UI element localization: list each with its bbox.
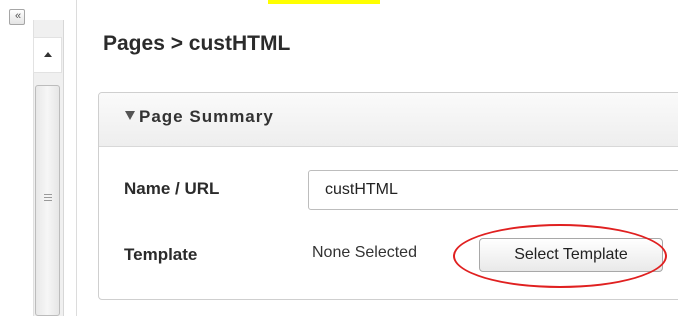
scroll-up-button[interactable] (33, 37, 62, 73)
page-root: « Pages > custHTML Page Summary Name / U… (0, 0, 678, 316)
triangle-up-icon (44, 52, 52, 57)
page-summary-panel: Page Summary Name / URL Template None Se… (98, 92, 678, 300)
name-url-label: Name / URL (124, 179, 220, 198)
panel-header[interactable]: Page Summary (99, 93, 678, 147)
collapse-sidebar-button[interactable]: « (9, 9, 25, 25)
panel-title: Page Summary (139, 107, 274, 126)
page-title: Pages > custHTML (103, 32, 291, 55)
grip-line (44, 197, 52, 198)
triangle-down-icon[interactable] (125, 111, 135, 120)
name-url-input[interactable] (308, 170, 678, 210)
template-label: Template (124, 245, 198, 264)
highlight-strip (268, 0, 380, 4)
template-value: None Selected (312, 244, 417, 261)
grip-line (44, 194, 52, 195)
select-template-button[interactable]: Select Template (479, 238, 663, 272)
grip-line (44, 200, 52, 201)
scrollbar-thumb[interactable] (35, 85, 60, 316)
divider (76, 0, 77, 316)
